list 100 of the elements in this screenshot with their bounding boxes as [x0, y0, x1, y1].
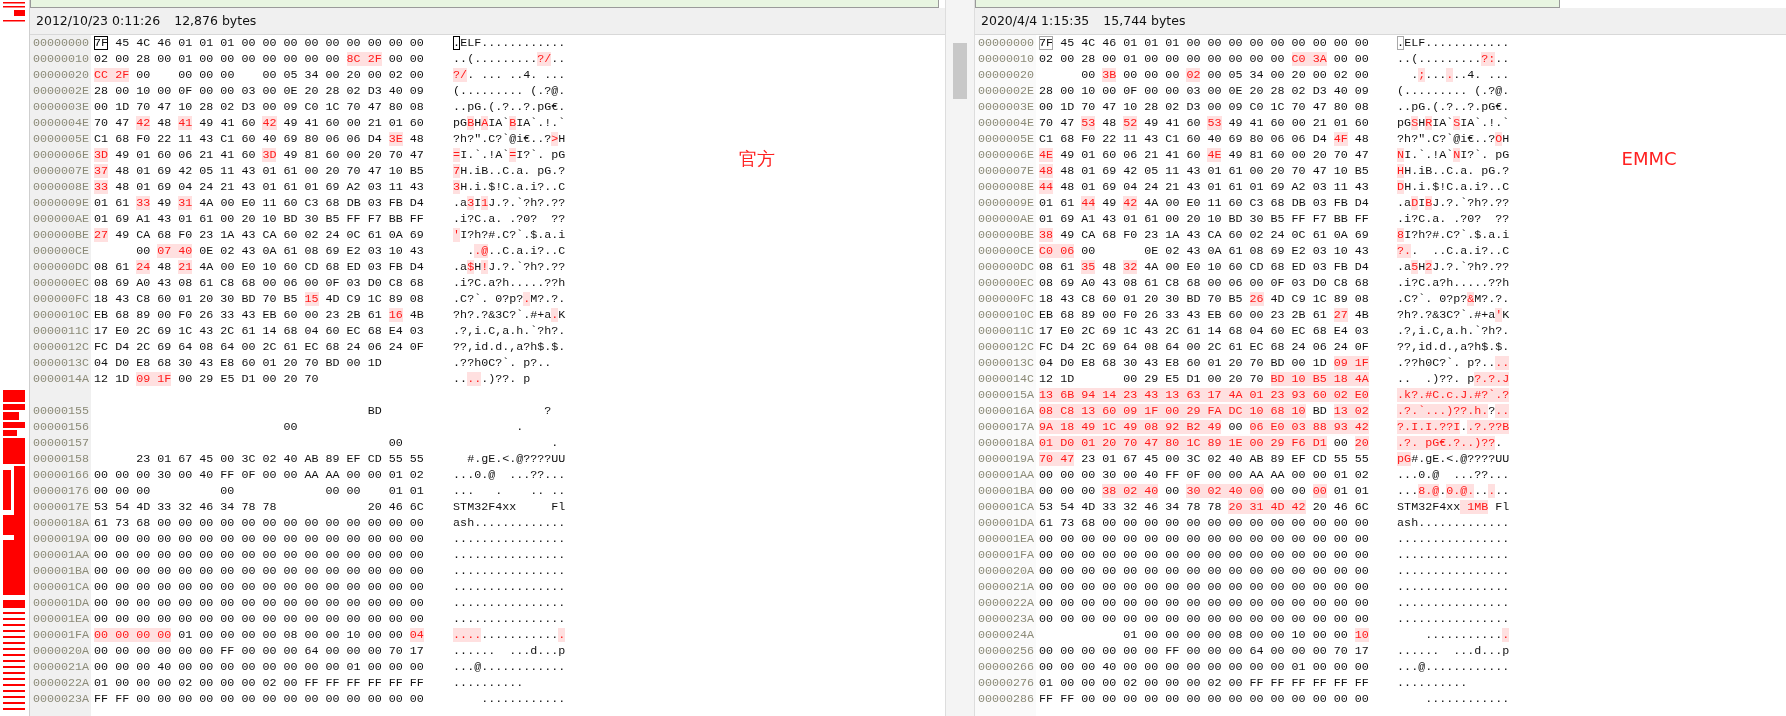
changed-hex-bytes: 44 [1039, 180, 1054, 194]
ascii-text: .. [1474, 484, 1489, 498]
offset-label: 0000013C [978, 356, 1035, 370]
hex-bytes: 61 73 68 00 00 00 00 00 00 00 00 00 00 00 00 00 [94, 516, 424, 530]
changed-hex-bytes: 08 C8 13 60 09 1F 00 29 FA DC 10 68 10 [1039, 404, 1306, 418]
offset-label: 00000157 [33, 436, 90, 450]
hex-bytes: 18 43 C8 60 01 20 30 BD 70 B5 [94, 292, 298, 306]
offset-label: 000000FC [33, 292, 90, 306]
ascii-text: ?h?.?&3C?`.#+a [1397, 308, 1496, 322]
hex-bytes: 4D C9 1C 89 08 [1270, 292, 1369, 306]
offset-label: 0000014C [978, 372, 1035, 386]
ascii-text: ...0.@ ...??... [453, 468, 566, 482]
changed-ascii-text: 0.@. [1446, 484, 1475, 498]
ascii-text: ................ [1397, 564, 1510, 578]
offset-label: 000001CA [33, 580, 90, 594]
ascii-text: ? [1488, 404, 1496, 418]
offset-label: 00000010 [978, 52, 1035, 66]
offset-label: 0000017A [978, 420, 1035, 434]
ascii-text: #.gE.<.@????UU [1411, 452, 1510, 466]
ascii-text: ................ [1397, 612, 1510, 626]
hex-bytes: 01 69 A1 43 01 61 00 20 10 BD 30 B5 FF F7 BB FF [94, 212, 424, 226]
ascii-text: ...@............ [1397, 660, 1510, 674]
ascii-text: ................ [453, 596, 566, 610]
scrollbar-thumb[interactable] [953, 43, 967, 99]
offset-label: 0000002E [33, 84, 90, 98]
offset-label: 000000AE [33, 212, 90, 226]
changed-hex-bytes: 04 [409, 628, 424, 642]
offset-label: 000001EA [33, 612, 90, 626]
hex-bytes: 00 0E 02 43 0A 61 08 69 E2 03 10 43 [1081, 244, 1369, 258]
offset-label: 0000019A [978, 452, 1035, 466]
changed-hex-bytes: 27 [94, 228, 109, 242]
ascii-text: (......... (.?@. [453, 84, 566, 98]
ascii-text: ................ [1397, 596, 1510, 610]
offset-label: 000000EC [33, 276, 90, 290]
hex-bytes: 01 01 [1333, 484, 1369, 498]
changed-hex-bytes: 42 [1123, 196, 1138, 210]
hex-bytes: 48 01 69 04 24 21 43 01 61 01 69 A2 03 11 43 [115, 180, 424, 194]
ascii-text: I?h?#.C?`.$.a.i [460, 228, 566, 242]
changed-hex-bytes: 44 [1081, 196, 1096, 210]
ascii-text: STM32F4xx Fl [453, 500, 566, 514]
diff-map-drawing[interactable] [3, 2, 25, 710]
hex-bytes: 49 CA 68 F0 23 1A 43 CA 60 02 24 0C 61 0A 69 [115, 228, 424, 242]
changed-ascii-text: 5 [1411, 260, 1419, 274]
hex-bytes: 17 E0 2C 69 1C 43 2C 61 14 68 04 60 EC 68 E4 03 [1039, 324, 1369, 338]
hex-bytes: 00 [135, 244, 151, 258]
offset-label: 00000000 [978, 36, 1035, 50]
ascii-text: . [1410, 68, 1419, 82]
ascii-text: ................ [453, 532, 566, 546]
changed-hex-bytes: 06 E0 03 88 93 42 [1249, 420, 1369, 434]
offset-label: 0000009E [978, 196, 1035, 210]
hex-bytes: C1 68 F0 22 11 43 C1 60 40 69 80 06 06 D4 [1039, 132, 1327, 146]
hex-bytes: 00 00 [1333, 52, 1369, 66]
changed-ascii-text: .k?.#C.c.J.#?`.? [1397, 388, 1510, 402]
ascii-text: ... [1397, 484, 1419, 498]
hex-bytes: 49 01 60 06 21 41 60 [115, 148, 256, 162]
hex-bytes: 08 69 A0 43 08 61 C8 68 00 06 00 0F 03 D0 C8 68 [1039, 276, 1369, 290]
hex-bytes: 00 00 00 00 00 00 00 00 00 00 00 00 00 00 00 00 [94, 612, 424, 626]
changed-ascii-text: . [1488, 484, 1496, 498]
cursor-hex-bytes: 7F [1039, 36, 1054, 50]
ascii-text: H [1502, 132, 1510, 146]
changed-ascii-text: & [1467, 292, 1475, 306]
ascii-text: I?h?#.C?`.$.a.i [1404, 228, 1510, 242]
ascii-text: K [558, 308, 566, 322]
hex-bytes: 18 43 C8 60 01 20 30 BD 70 B5 [1039, 292, 1243, 306]
changed-hex-bytes: 33 [94, 180, 109, 194]
hex-bytes: 08 61 [94, 260, 130, 274]
offset-label: 000001BA [978, 484, 1035, 498]
offset-label: 0000005E [978, 132, 1035, 146]
file-size: 15,744 bytes [1103, 11, 1186, 30]
hex-bytes: 01 69 A1 43 01 61 00 20 10 BD 30 B5 FF F7 BB FF [1039, 212, 1369, 226]
changed-ascii-text: N [1397, 148, 1405, 162]
changed-hex-bytes: 32 [1123, 260, 1138, 274]
changed-hex-bytes: 53 [1207, 116, 1222, 130]
hex-bytes: 48 [1354, 132, 1369, 146]
ascii-text: .C?`. 0?p? [1397, 292, 1468, 306]
changed-hex-bytes: BD 10 B5 18 4A [1270, 372, 1369, 386]
offset-label: 000001DA [33, 596, 90, 610]
offset-label: 000000DC [33, 260, 90, 274]
ascii-text: ash............. [453, 516, 566, 530]
offset-label: 00000266 [978, 660, 1035, 674]
changed-hex-bytes: 27 [1333, 308, 1348, 322]
hex-bytes: 00 1D 70 47 10 28 02 D3 00 09 C0 1C 70 47 80 08 [1039, 100, 1369, 114]
changed-ascii-text: .@ [474, 244, 489, 258]
changed-ascii-text: ' [1495, 308, 1503, 322]
ascii-text: ..C.a.i?..C [488, 244, 566, 258]
scrollbar[interactable] [945, 0, 975, 716]
ascii-text: I?`. pG [1460, 148, 1510, 162]
ascii-text: ................ [453, 580, 566, 594]
ascii-text: ................ [453, 564, 566, 578]
changed-hex-bytes: 38 [1039, 228, 1054, 242]
changed-ascii-text: ?/ [537, 52, 552, 66]
hex-bytes: 61 73 68 00 00 00 00 00 00 00 00 00 00 00 00 00 [1039, 516, 1369, 530]
offset-label: 0000016A [978, 404, 1035, 418]
offset-label: 0000002E [978, 84, 1035, 98]
ascii-text: ?h?.?&3C?`.#+a [453, 308, 552, 322]
ascii-text: IA`.!.` [1460, 116, 1510, 130]
offset-label: 00000156 [33, 420, 90, 434]
ascii-text: ................ [1397, 532, 1510, 546]
ascii-text: .C?`. 0?p? [453, 292, 524, 306]
ascii-text: ??,id.d.,a?h$.$. [453, 340, 566, 354]
